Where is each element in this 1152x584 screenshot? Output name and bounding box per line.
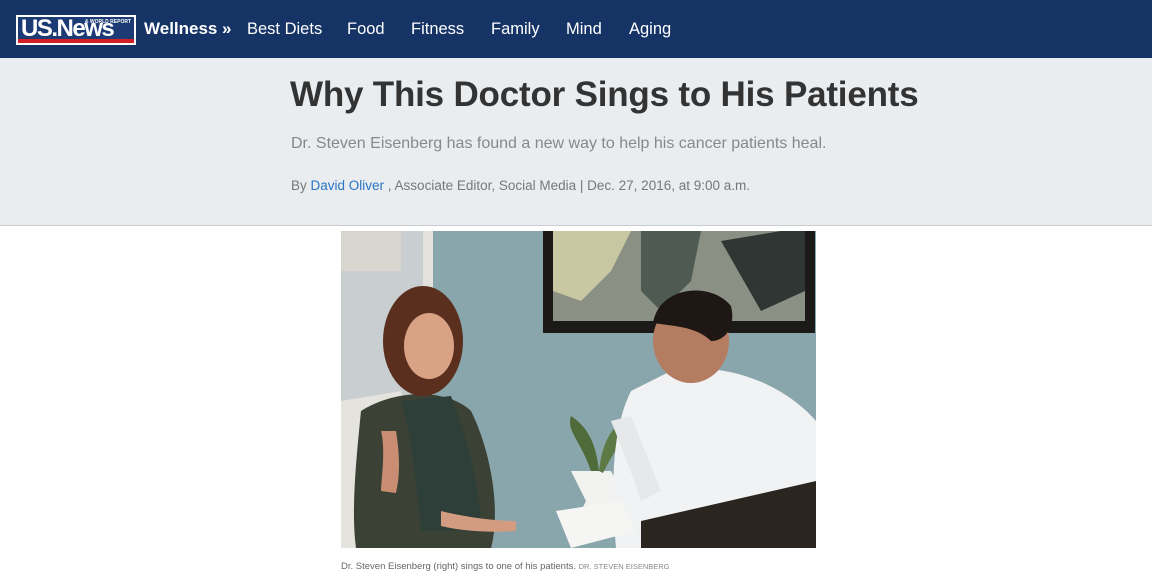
article-photo <box>341 231 816 548</box>
article-byline: By David Oliver , Associate Editor, Soci… <box>291 177 750 195</box>
byline-details: , Associate Editor, Social Media | Dec. … <box>384 178 751 193</box>
article-dek: Dr. Steven Eisenberg has found a new way… <box>291 135 827 152</box>
photo-illustration <box>341 231 816 548</box>
chevron-right-icon: » <box>222 19 232 38</box>
photo-credit: DR. STEVEN EISENBERG <box>578 562 670 571</box>
author-link[interactable]: David Oliver <box>311 178 385 193</box>
logo-subtext: & WORLD REPORT <box>84 19 131 25</box>
nav-item-food[interactable]: Food <box>347 18 385 40</box>
byline-prefix: By <box>291 178 311 193</box>
nav-item-family[interactable]: Family <box>491 18 540 40</box>
article-headline: Why This Doctor Sings to His Patients <box>290 75 919 114</box>
nav-item-aging[interactable]: Aging <box>629 18 671 40</box>
nav-item-fitness[interactable]: Fitness <box>411 18 464 40</box>
nav-item-best-diets[interactable]: Best Diets <box>247 18 322 40</box>
usnews-logo[interactable]: US.News & WORLD REPORT <box>16 15 136 45</box>
caption-text: Dr. Steven Eisenberg (right) sings to on… <box>341 561 576 572</box>
logo-red-stripe <box>18 39 134 43</box>
usnews-logo-badge: US.News & WORLD REPORT <box>18 17 134 43</box>
top-navigation-bar: US.News & WORLD REPORT Wellness » Best D… <box>0 0 1152 58</box>
nav-item-mind[interactable]: Mind <box>566 18 602 40</box>
photo-caption: Dr. Steven Eisenberg (right) sings to on… <box>341 561 670 573</box>
nav-section-wellness[interactable]: Wellness <box>144 18 217 40</box>
